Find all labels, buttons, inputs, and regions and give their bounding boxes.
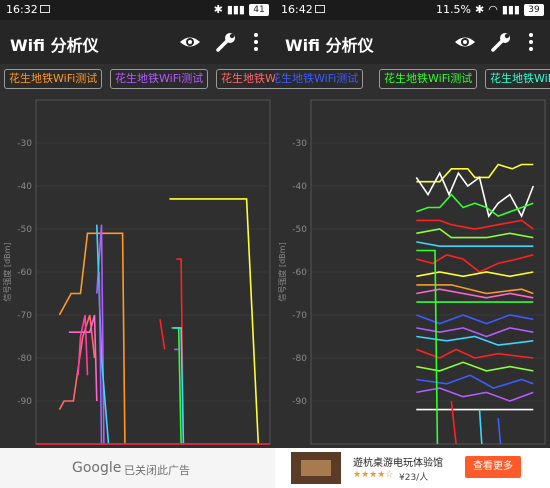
- y-tick-label: -60: [17, 268, 32, 278]
- y-tick-label: -40: [17, 182, 32, 192]
- ad-title[interactable]: 遊杭桌游电玩体验馆: [353, 454, 443, 469]
- signal-series-line: [77, 314, 89, 376]
- y-tick-label: -70: [17, 311, 32, 321]
- wrench-icon[interactable]: [214, 30, 238, 54]
- bluetooth-icon: ✱: [213, 3, 223, 16]
- network-chip[interactable]: 花生地铁WiFi测试: [110, 69, 209, 89]
- signal-series-line: [416, 284, 534, 295]
- signal-series-line: [416, 361, 534, 372]
- status-bar: 16:42 11.5% ✱ ◠ ▮▮▮ 39: [275, 0, 550, 20]
- ad-view-more-button[interactable]: 查看更多: [465, 456, 521, 478]
- bluetooth-icon: ✱: [475, 3, 485, 16]
- signal-series-line: [416, 327, 534, 338]
- signal-series-line: [159, 319, 166, 350]
- signal-series-line: [450, 400, 457, 445]
- eye-icon[interactable]: [178, 30, 202, 54]
- ad-brand: Google: [72, 460, 122, 476]
- signal-icon: ▮▮▮: [226, 3, 245, 16]
- overflow-menu-icon[interactable]: [248, 30, 264, 54]
- y-axis-title: 信号强度 [dBm]: [277, 242, 287, 301]
- battery-icon: 39: [524, 3, 544, 16]
- signal-series-line: [416, 228, 534, 239]
- ad-rating-stars: ★★★★☆: [353, 470, 394, 480]
- signal-series-line: [478, 409, 483, 445]
- network-chip[interactable]: 花生地铁WiFi测试: [379, 69, 478, 89]
- signal-chart: -30 -40 -50 -60 -70 -80 -90 信号强度 [dBm]: [0, 92, 275, 448]
- wifi-icon: ◠: [488, 3, 498, 16]
- gallery-icon: [315, 5, 325, 13]
- network-chip[interactable]: 花生地铁WiFi测试: [4, 69, 103, 89]
- app-bar: Wifi 分析仪: [275, 20, 550, 64]
- network-chip[interactable]: 花生地铁WiFi测试: [485, 69, 550, 89]
- signal-series-line: [416, 387, 534, 402]
- signal-series-line: [416, 219, 534, 230]
- signal-series-line: [416, 163, 534, 183]
- status-right: 11.5% ✱ ◠ ▮▮▮ 39: [436, 3, 544, 16]
- network-chip[interactable]: 花生地铁WiFi测试: [216, 69, 275, 89]
- status-time: 16:32: [6, 3, 38, 16]
- overflow-menu-icon[interactable]: [523, 30, 539, 54]
- y-tick-label: -60: [292, 268, 307, 278]
- signal-icon: ▮▮▮: [501, 3, 520, 16]
- ad-banner[interactable]: 遊杭桌游电玩体验馆 ★★★★☆ ¥23/人 查看更多: [275, 448, 550, 488]
- gallery-icon: [40, 5, 50, 13]
- app-title: Wifi 分析仪: [10, 36, 99, 55]
- app-title: Wifi 分析仪: [285, 36, 374, 55]
- y-axis-title: 信号强度 [dBm]: [2, 242, 12, 301]
- ad-thumbnail[interactable]: [291, 452, 341, 484]
- y-tick-label: -90: [17, 397, 32, 407]
- signal-series-line: [416, 348, 534, 359]
- network-chip[interactable]: 花生地铁WiFi测试: [275, 69, 364, 89]
- signal-series-line: [497, 418, 502, 445]
- signal-series-line: [416, 241, 534, 247]
- y-tick-label: -70: [292, 311, 307, 321]
- y-tick-label: -90: [292, 397, 307, 407]
- ad-price: ¥23/人: [399, 473, 429, 483]
- y-tick-label: -80: [292, 354, 307, 364]
- y-tick-label: -80: [17, 354, 32, 364]
- status-time: 16:42: [281, 3, 313, 16]
- battery-icon: 41: [249, 3, 269, 16]
- signal-series-line: [58, 314, 96, 410]
- eye-icon[interactable]: [453, 30, 477, 54]
- screen-right: 16:42 11.5% ✱ ◠ ▮▮▮ 39 Wifi 分析仪 花生地铁WiFi…: [275, 0, 550, 488]
- signal-series-line: [416, 374, 534, 389]
- wrench-icon[interactable]: [489, 30, 513, 54]
- app-bar: Wifi 分析仪: [0, 20, 275, 64]
- signal-series-line: [171, 327, 182, 445]
- y-tick-label: -50: [17, 225, 32, 235]
- status-bar: 16:32 ✱ ▮▮▮ 41: [0, 0, 275, 20]
- y-tick-label: -30: [17, 139, 32, 149]
- status-right: ✱ ▮▮▮ 41: [214, 3, 269, 16]
- y-tick-label: -50: [292, 225, 307, 235]
- signal-series-line: [416, 271, 534, 278]
- signal-series-line: [416, 335, 534, 346]
- signal-series-line: [416, 253, 534, 273]
- screen-left: 16:32 ✱ ▮▮▮ 41 Wifi 分析仪 花生地铁WiFi测试 花生地铁W…: [0, 0, 275, 488]
- y-tick-label: -40: [292, 182, 307, 192]
- network-chips: 花生地铁WiFi测试 花生地铁WiFi测试 花生地铁WiFi测试: [0, 66, 275, 92]
- network-chips: 花生地铁WiFi测试 花生地铁WiFi测试 花生地铁WiFi测试: [275, 66, 550, 92]
- signal-series-line: [416, 249, 439, 445]
- signal-chart: -30 -40 -50 -60 -70 -80 -90 信号强度 [dBm]: [275, 92, 550, 448]
- y-tick-label: -30: [292, 139, 307, 149]
- ad-banner: Google 已关闭此广告: [0, 448, 275, 488]
- signal-series-line: [416, 314, 534, 325]
- signal-percent: 11.5%: [436, 3, 471, 16]
- signal-chart-svg: -30 -40 -50 -60 -70 -80 -90 信号强度 [dBm]: [2, 99, 271, 445]
- ad-closed-text: 已关闭此广告: [124, 464, 190, 477]
- signal-chart-svg: -30 -40 -50 -60 -70 -80 -90 信号强度 [dBm]: [277, 99, 546, 445]
